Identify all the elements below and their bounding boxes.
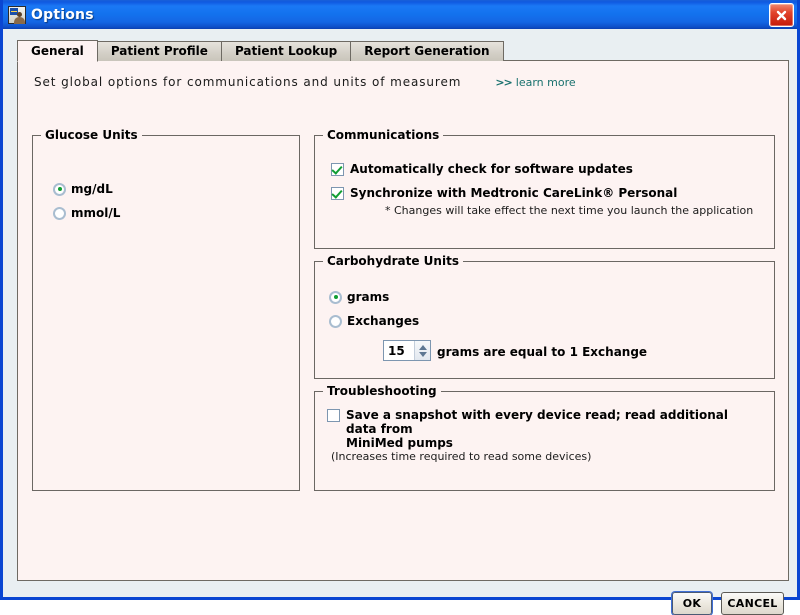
radio-indicator-mg-dl [53,182,66,196]
troubleshooting-note: (Increases time required to read some de… [331,450,592,463]
grams-per-exchange-stepper[interactable]: 15 [383,340,431,361]
glucose-units-group: Glucose Units mg/dL mmol/L [32,128,300,491]
ok-button-label: OK [682,597,702,610]
cancel-button-label: CANCEL [727,597,778,610]
communications-note: * Changes will take effect the next time… [385,204,754,217]
tab-report-generation-label: Report Generation [364,44,490,58]
description-row: Set global options for communications an… [34,75,576,89]
checkbox-indicator-save-snapshot [327,409,340,422]
checkbox-auto-update[interactable]: Automatically check for software updates [331,162,633,176]
tab-patient-profile[interactable]: Patient Profile [96,41,222,61]
troubleshooting-group: Troubleshooting Save a snapshot with eve… [314,384,775,491]
radio-indicator-grams [329,290,342,304]
carbohydrate-units-group: Carbohydrate Units grams Exchanges 15 gr… [314,254,775,379]
checkbox-save-snapshot[interactable]: Save a snapshot with every device read; … [327,408,747,450]
checkbox-indicator-auto-update [331,163,344,176]
dialog-client-area: General Patient Profile Patient Lookup R… [3,29,797,615]
checkbox-save-snapshot-label-line1: Save a snapshot with every device read; … [346,408,729,436]
stepper-buttons[interactable] [414,341,430,360]
options-dialog-window: Options General Patient Profile Patient … [0,0,800,615]
window-title: Options [31,6,94,23]
tab-general-label: General [31,44,84,58]
radio-indicator-exchanges [329,314,342,328]
close-icon[interactable] [769,3,794,27]
radio-mmol-l-label: mmol/L [71,206,121,220]
tab-general[interactable]: General [17,40,98,62]
tab-patient-lookup-label: Patient Lookup [234,44,338,58]
general-tab-panel: Set global options for communications an… [17,60,789,581]
radio-grams[interactable]: grams [329,290,389,304]
radio-mg-dl[interactable]: mg/dL [53,182,113,196]
radio-mmol-l[interactable]: mmol/L [53,206,120,220]
radio-exchanges-label: Exchanges [347,314,420,328]
radio-indicator-mmol-l [53,206,66,220]
learn-more-link[interactable]: >> learn more [495,76,575,89]
grams-per-exchange-value: 15 [388,343,405,358]
checkbox-save-snapshot-label-line2: MiniMed pumps [346,436,453,450]
communications-group: Communications Automatically check for s… [314,128,775,249]
ok-button[interactable]: OK [672,592,712,615]
checkbox-indicator-sync-carelink [331,187,344,200]
panel-description: Set global options for communications an… [34,75,462,89]
options-app-icon [8,5,26,24]
cancel-button[interactable]: CANCEL [721,592,784,615]
title-bar: Options [3,0,797,29]
checkbox-auto-update-label: Automatically check for software updates [350,162,633,176]
double-chevron-right-icon: >> [495,75,512,89]
arrow-up-icon[interactable] [418,344,427,350]
grams-per-exchange-suffix: grams are equal to 1 Exchange [437,345,648,359]
glucose-units-legend: Glucose Units [41,128,142,142]
checkbox-sync-carelink[interactable]: Synchronize with Medtronic CareLink® Per… [331,186,677,200]
tab-patient-profile-label: Patient Profile [110,44,208,58]
communications-legend: Communications [323,128,444,142]
tab-strip: General Patient Profile Patient Lookup R… [17,40,504,62]
radio-exchanges[interactable]: Exchanges [329,314,419,328]
arrow-down-icon[interactable] [418,351,427,357]
radio-mg-dl-label: mg/dL [71,182,113,196]
troubleshooting-legend: Troubleshooting [323,384,441,398]
radio-grams-label: grams [347,290,390,304]
tab-report-generation[interactable]: Report Generation [350,41,504,61]
carbohydrate-units-legend: Carbohydrate Units [323,254,463,268]
tab-patient-lookup[interactable]: Patient Lookup [220,41,352,61]
learn-more-label: learn more [515,75,576,89]
checkbox-sync-carelink-label: Synchronize with Medtronic CareLink® Per… [350,186,678,200]
